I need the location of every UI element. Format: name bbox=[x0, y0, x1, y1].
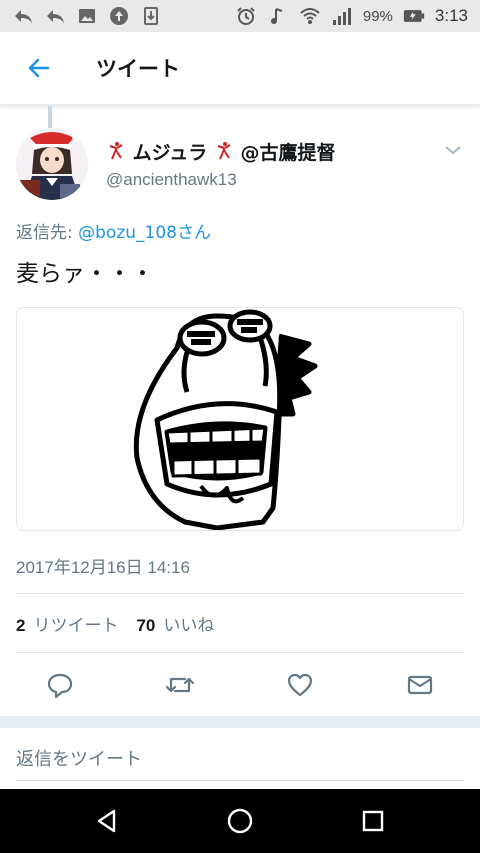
user-name[interactable]: ムジュラ @古鷹提督 bbox=[106, 138, 336, 165]
system-nav-bar bbox=[0, 789, 480, 853]
tweet-text: 麦らァ・・・ bbox=[16, 261, 154, 287]
download-notification-icon bbox=[140, 5, 162, 27]
like-count[interactable]: 70 bbox=[136, 616, 155, 636]
thread-connector bbox=[48, 106, 52, 128]
app-bar: ツイート bbox=[0, 32, 480, 106]
nav-home-button[interactable] bbox=[222, 803, 258, 839]
music-icon bbox=[267, 5, 289, 27]
back-arrow-icon bbox=[28, 58, 50, 78]
nav-recents-button[interactable] bbox=[355, 803, 391, 839]
divider bbox=[16, 593, 464, 594]
back-button[interactable] bbox=[20, 49, 58, 87]
battery-charging-icon bbox=[403, 5, 425, 27]
battery-percent: 99% bbox=[362, 7, 393, 25]
nav-back-button[interactable] bbox=[89, 803, 125, 839]
section-separator bbox=[0, 716, 480, 728]
retweet-label[interactable]: リツイート bbox=[33, 611, 118, 636]
triangle-back-icon bbox=[97, 809, 116, 833]
tweet-menu-button[interactable] bbox=[442, 142, 464, 158]
direct-message-button[interactable] bbox=[405, 670, 435, 700]
status-system: 99% 3:13 bbox=[235, 5, 468, 27]
status-notifications bbox=[12, 5, 162, 27]
retweet-count[interactable]: 2 bbox=[16, 616, 25, 636]
upload-notification-icon bbox=[108, 5, 130, 27]
retweet-button[interactable] bbox=[165, 670, 195, 700]
dancer-emoji-icon bbox=[106, 142, 133, 164]
reply-icon bbox=[47, 673, 73, 699]
tweet-actions bbox=[0, 664, 480, 708]
avatar-image bbox=[16, 128, 88, 200]
reply-to-line: 返信先: @bozu_108さん bbox=[16, 218, 211, 243]
divider bbox=[16, 652, 464, 653]
reply-notification-icon bbox=[12, 5, 34, 27]
tweet-header: ムジュラ @古鷹提督 @ancienthawk13 bbox=[16, 128, 464, 200]
retweet-icon bbox=[165, 677, 195, 693]
user-name-text: ムジュラ bbox=[132, 142, 208, 164]
status-bar: 99% 3:13 bbox=[0, 0, 480, 32]
reply-button[interactable] bbox=[45, 670, 75, 700]
like-button[interactable] bbox=[285, 670, 315, 700]
like-label[interactable]: いいね bbox=[163, 611, 214, 636]
reply-input-underline bbox=[16, 780, 464, 781]
reply-to-mention[interactable]: @bozu_108さん bbox=[78, 223, 211, 243]
media-drawing bbox=[133, 309, 318, 530]
chevron-down-icon bbox=[445, 146, 461, 155]
reply-input[interactable]: 返信をツイート bbox=[16, 745, 142, 771]
user-handle[interactable]: @ancienthawk13 bbox=[106, 170, 237, 190]
reply-notification-icon bbox=[44, 5, 66, 27]
envelope-icon bbox=[407, 675, 433, 695]
square-recents-icon bbox=[362, 810, 384, 832]
tweet-stats: 2 リツイート 70 いいね bbox=[16, 611, 232, 636]
clock: 3:13 bbox=[434, 6, 468, 25]
user-name-suffix: @古鷹提督 bbox=[240, 142, 336, 164]
dancer-emoji-icon bbox=[214, 142, 241, 164]
reply-to-prefix: 返信先: bbox=[16, 223, 79, 243]
wifi-icon bbox=[299, 5, 321, 27]
alarm-icon bbox=[235, 5, 257, 27]
heart-icon bbox=[287, 673, 313, 697]
circle-home-icon bbox=[227, 808, 253, 834]
page-title: ツイート bbox=[96, 57, 180, 81]
tweet-media[interactable] bbox=[16, 307, 464, 531]
avatar[interactable] bbox=[16, 128, 88, 200]
tweet-timestamp: 2017年12月16日 14:16 bbox=[16, 558, 190, 577]
signal-icon bbox=[331, 5, 353, 27]
image-notification-icon bbox=[76, 5, 98, 27]
